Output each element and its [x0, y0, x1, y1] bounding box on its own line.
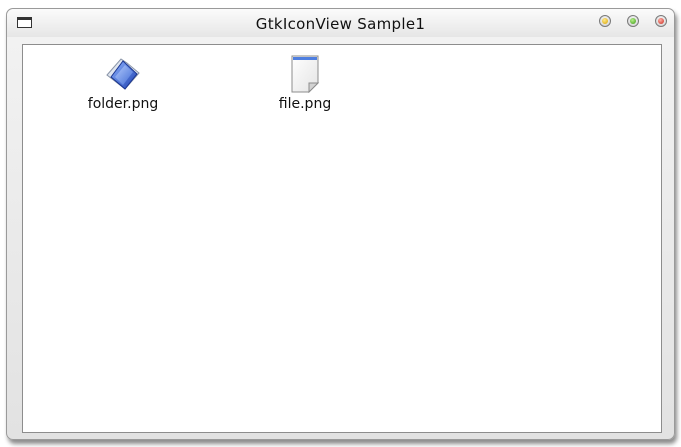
icon-view-item[interactable]: file.png: [250, 55, 360, 112]
main-window: GtkIconView Sample1 folder.png file.png: [6, 8, 675, 440]
icon-view[interactable]: folder.png file.png: [22, 44, 662, 433]
maximize-button[interactable]: [627, 15, 639, 27]
folder-icon: [106, 58, 140, 90]
titlebar[interactable]: GtkIconView Sample1: [7, 9, 674, 37]
icon-label: file.png: [278, 96, 332, 112]
window-title: GtkIconView Sample1: [255, 15, 426, 33]
icon-view-item[interactable]: folder.png: [68, 55, 178, 112]
minimize-button[interactable]: [599, 15, 611, 27]
close-button[interactable]: [655, 15, 667, 27]
file-icon: [291, 55, 320, 93]
icon-label: folder.png: [87, 96, 159, 112]
